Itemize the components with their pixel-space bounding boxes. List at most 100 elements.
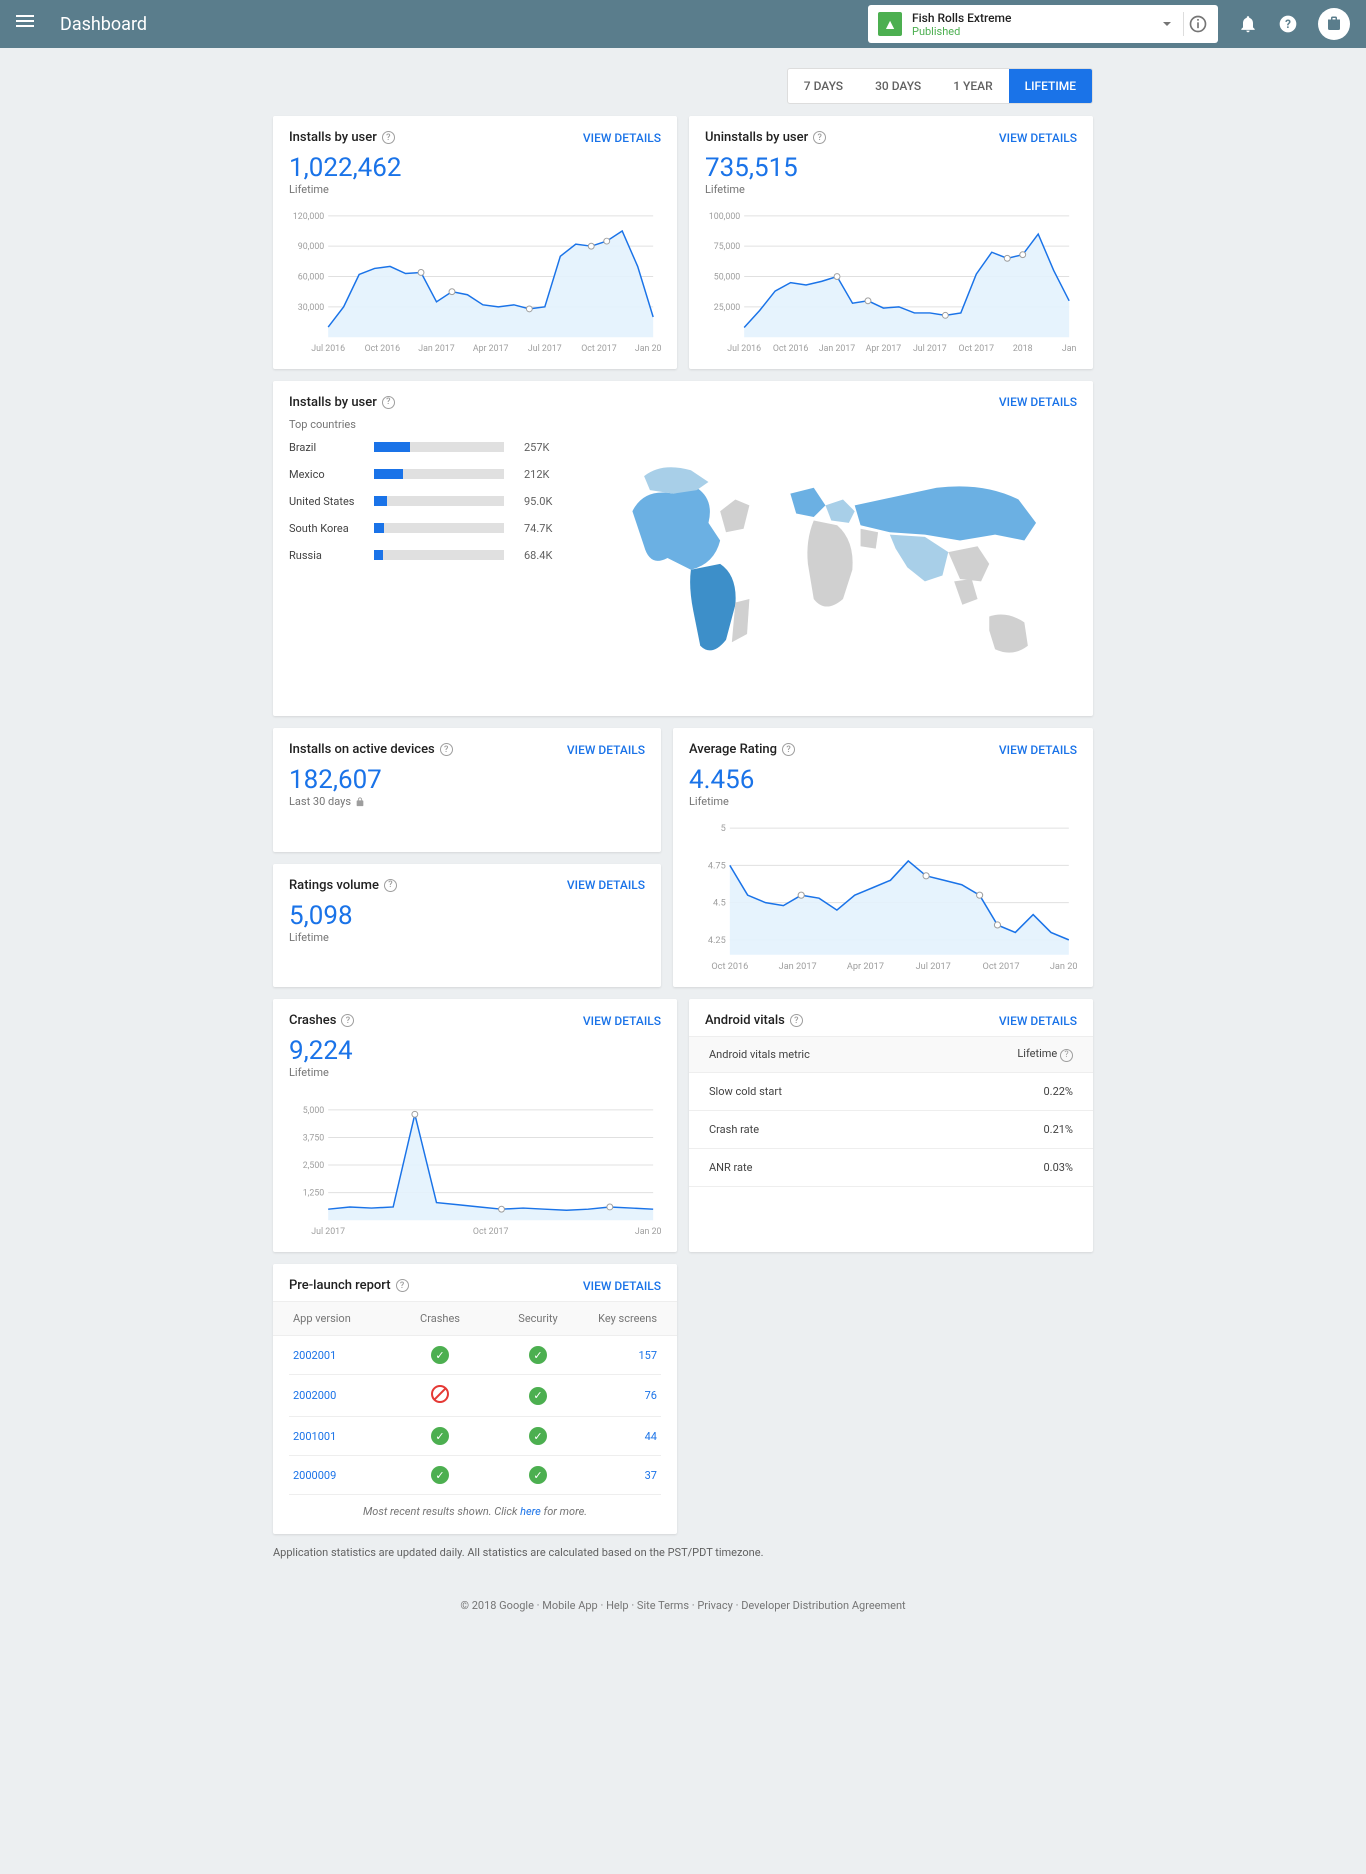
svg-text:Oct 2016: Oct 2016 — [365, 344, 401, 354]
prelaunch-row: 2002001✓✓157 — [289, 1336, 661, 1375]
svg-text:Jul 2016: Jul 2016 — [311, 344, 345, 354]
metric-value: 1,022,462 — [289, 153, 661, 183]
installs-by-user-card: Installs by user? VIEW DETAILS 1,022,462… — [273, 116, 677, 369]
svg-text:Jul 2016: Jul 2016 — [727, 344, 761, 354]
key-screens-link[interactable]: 157 — [587, 1349, 657, 1362]
svg-text:Jan 2018: Jan 2018 — [635, 344, 661, 354]
svg-text:25,000: 25,000 — [714, 303, 741, 313]
view-details-link[interactable]: VIEW DETAILS — [999, 131, 1077, 145]
vitals-row: Slow cold start0.22% — [689, 1073, 1093, 1111]
time-range-tabs: 7 DAYS30 DAYS1 YEARLIFETIME — [273, 68, 1093, 104]
svg-text:30,000: 30,000 — [298, 303, 325, 313]
uninstalls-chart: 25,00050,00075,000100,000Jul 2016Oct 201… — [705, 208, 1077, 355]
card-title: Installs on active devices — [289, 742, 435, 757]
check-icon: ✓ — [431, 1466, 449, 1484]
version-link[interactable]: 2000009 — [293, 1469, 391, 1482]
help-icon[interactable]: ? — [396, 1279, 409, 1292]
tab-lifetime[interactable]: LIFETIME — [1009, 69, 1092, 103]
svg-text:5,000: 5,000 — [303, 1106, 325, 1116]
lock-icon — [355, 797, 365, 807]
view-details-link[interactable]: VIEW DETAILS — [583, 1279, 661, 1293]
tab-7-days[interactable]: 7 DAYS — [788, 69, 859, 103]
svg-text:Jan 2018: Jan 2018 — [1050, 961, 1077, 972]
version-link[interactable]: 2002001 — [293, 1349, 391, 1362]
svg-text:Oct 2016: Oct 2016 — [773, 344, 809, 354]
chevron-down-icon — [1163, 22, 1171, 26]
avatar[interactable] — [1318, 8, 1350, 40]
key-screens-link[interactable]: 76 — [587, 1389, 657, 1402]
help-icon[interactable]: ? — [813, 131, 826, 144]
view-details-link[interactable]: VIEW DETAILS — [567, 743, 645, 757]
check-icon: ✓ — [529, 1346, 547, 1364]
country-row: South Korea74.7K — [289, 522, 589, 535]
view-details-link[interactable]: VIEW DETAILS — [999, 395, 1077, 409]
metric-sublabel: Lifetime — [705, 183, 1077, 196]
help-icon[interactable]: ? — [382, 131, 395, 144]
view-details-link[interactable]: VIEW DETAILS — [583, 131, 661, 145]
vitals-table-header: Android vitals metric Lifetime ? — [689, 1036, 1093, 1073]
svg-text:120,000: 120,000 — [293, 212, 324, 222]
app-name: Fish Rolls Extreme — [912, 11, 1155, 25]
view-details-link[interactable]: VIEW DETAILS — [999, 1014, 1077, 1028]
svg-text:Jan 2018: Jan 2018 — [635, 1227, 661, 1237]
app-header: Dashboard ▲ Fish Rolls Extreme Published… — [0, 0, 1366, 48]
svg-text:Oct 2016: Oct 2016 — [711, 961, 748, 972]
view-details-link[interactable]: VIEW DETAILS — [583, 1014, 661, 1028]
check-icon: ✓ — [431, 1427, 449, 1445]
prelaunch-row: 2002000✓76 — [289, 1375, 661, 1417]
help-icon[interactable]: ? — [790, 1014, 803, 1027]
help-icon[interactable]: ? — [341, 1014, 354, 1027]
country-row: United States95.0K — [289, 495, 589, 508]
android-vitals-card: Android vitals? VIEW DETAILS Android vit… — [689, 999, 1093, 1252]
app-selector[interactable]: ▲ Fish Rolls Extreme Published — [868, 5, 1218, 43]
card-title: Android vitals — [705, 1013, 785, 1028]
svg-text:Oct 2017: Oct 2017 — [581, 344, 617, 354]
uninstalls-by-user-card: Uninstalls by user? VIEW DETAILS 735,515… — [689, 116, 1093, 369]
vitals-row: ANR rate0.03% — [689, 1149, 1093, 1187]
metric-value: 735,515 — [705, 153, 1077, 183]
tab-30-days[interactable]: 30 DAYS — [859, 69, 937, 103]
svg-text:1,250: 1,250 — [303, 1189, 325, 1199]
version-link[interactable]: 2002000 — [293, 1389, 391, 1402]
world-map — [609, 441, 1077, 698]
svg-text:Jan: Jan — [1062, 344, 1077, 354]
help-icon[interactable]: ? — [1060, 1049, 1073, 1062]
svg-text:Jul 2017: Jul 2017 — [913, 344, 947, 354]
svg-text:Oct 2017: Oct 2017 — [959, 344, 995, 354]
check-icon: ✓ — [529, 1427, 547, 1445]
bell-icon[interactable] — [1238, 14, 1258, 34]
card-title: Pre-launch report — [289, 1278, 391, 1293]
prelaunch-footer: Most recent results shown. Click here fo… — [289, 1495, 661, 1520]
help-icon[interactable]: ? — [384, 879, 397, 892]
tab-1-year[interactable]: 1 YEAR — [937, 69, 1008, 103]
help-icon[interactable]: ? — [782, 743, 795, 756]
view-details-link[interactable]: VIEW DETAILS — [999, 743, 1077, 757]
card-title: Ratings volume — [289, 878, 379, 893]
svg-text:?: ? — [1285, 17, 1291, 31]
svg-text:75,000: 75,000 — [714, 242, 741, 252]
top-countries-label: Top countries — [289, 418, 1077, 431]
help-icon[interactable]: ? — [440, 743, 453, 756]
help-icon[interactable]: ? — [1278, 14, 1298, 34]
svg-text:2018: 2018 — [1013, 344, 1033, 354]
page-title: Dashboard — [60, 14, 147, 35]
svg-text:60,000: 60,000 — [298, 272, 325, 282]
key-screens-link[interactable]: 44 — [587, 1430, 657, 1443]
here-link[interactable]: here — [520, 1505, 541, 1518]
check-icon: ✓ — [529, 1466, 547, 1484]
menu-icon[interactable] — [16, 12, 40, 36]
svg-text:90,000: 90,000 — [298, 242, 325, 252]
svg-text:5: 5 — [721, 823, 726, 834]
card-title: Average Rating — [689, 742, 777, 757]
svg-text:Jan 2017: Jan 2017 — [779, 961, 817, 972]
app-icon: ▲ — [878, 12, 902, 36]
view-details-link[interactable]: VIEW DETAILS — [567, 878, 645, 892]
metric-sublabel: Lifetime — [289, 931, 645, 944]
info-icon[interactable] — [1188, 14, 1208, 34]
key-screens-link[interactable]: 37 — [587, 1469, 657, 1482]
svg-text:Apr 2017: Apr 2017 — [847, 961, 884, 972]
version-link[interactable]: 2001001 — [293, 1430, 391, 1443]
help-icon[interactable]: ? — [382, 396, 395, 409]
prelaunch-row: 2000009 ✓ ✓ 37 — [289, 1456, 661, 1495]
crashes-chart: 1,2502,5003,7505,000Jul 2017Oct 2017Jan … — [289, 1091, 661, 1238]
